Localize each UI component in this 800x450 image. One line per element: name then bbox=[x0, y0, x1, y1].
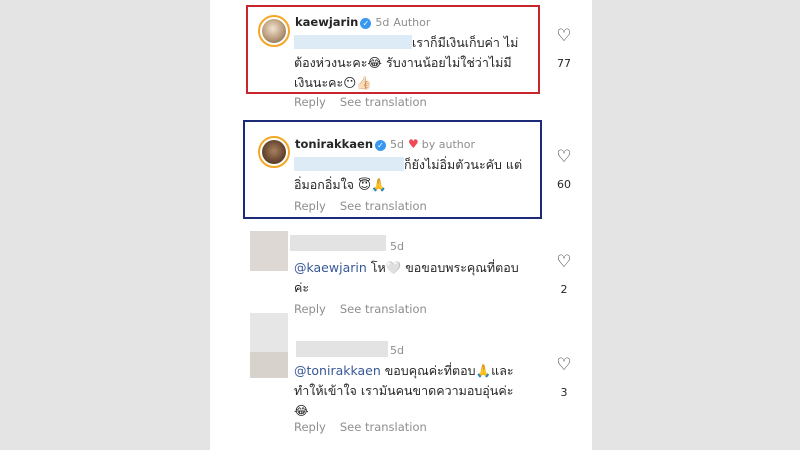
username[interactable]: kaewjarin bbox=[295, 15, 358, 29]
liked-by-author-label: by author bbox=[421, 138, 476, 151]
like-count: 3 bbox=[560, 386, 568, 399]
redacted-mention bbox=[294, 157, 404, 171]
like-control: ♡ 3 bbox=[544, 356, 584, 399]
comments-panel: kaewjarin ✓ 5d Author เราก็มีเงินเก็บค่า ไม… bbox=[210, 0, 592, 450]
reply-button[interactable]: Reply bbox=[294, 302, 326, 316]
comment-actions: Reply See translation bbox=[294, 302, 441, 316]
timestamp: 5d bbox=[390, 240, 404, 253]
red-heart-icon: ♥ bbox=[408, 137, 419, 151]
reply-button[interactable]: Reply bbox=[294, 95, 326, 109]
comment-header: 5d bbox=[386, 239, 404, 253]
redacted-username bbox=[290, 235, 386, 251]
heart-outline-icon[interactable]: ♡ bbox=[544, 148, 584, 166]
redacted-mention bbox=[294, 35, 412, 49]
see-translation-link[interactable]: See translation bbox=[340, 199, 427, 213]
mention-link[interactable]: @kaewjarin bbox=[294, 260, 367, 275]
timestamp: 5d bbox=[390, 138, 404, 151]
comment-actions: Reply See translation bbox=[294, 420, 441, 434]
heart-outline-icon[interactable]: ♡ bbox=[544, 356, 584, 374]
avatar[interactable] bbox=[250, 231, 288, 271]
timestamp: 5d bbox=[390, 344, 404, 357]
like-count: 60 bbox=[557, 178, 571, 191]
like-count: 77 bbox=[557, 57, 571, 70]
comment-text: @kaewjarin โห🤍 ขอขอบพระคุณที่ตอบ ค่ะ bbox=[294, 260, 519, 295]
mention-link[interactable]: @tonirakkaen bbox=[294, 363, 381, 378]
see-translation-link[interactable]: See translation bbox=[340, 420, 427, 434]
avatar[interactable] bbox=[258, 136, 290, 168]
redacted-username bbox=[296, 341, 388, 357]
author-badge: Author bbox=[393, 16, 431, 29]
like-control: ♡ 2 bbox=[544, 253, 584, 296]
verified-badge-icon: ✓ bbox=[375, 140, 387, 151]
like-control: ♡ 77 bbox=[544, 27, 584, 70]
heart-outline-icon[interactable]: ♡ bbox=[544, 27, 584, 45]
avatar[interactable] bbox=[250, 313, 288, 378]
avatar[interactable] bbox=[258, 15, 290, 47]
comment-header: 5d bbox=[386, 343, 404, 357]
comment-header: kaewjarin ✓ 5d Author bbox=[295, 15, 430, 29]
see-translation-link[interactable]: See translation bbox=[340, 302, 427, 316]
see-translation-link[interactable]: See translation bbox=[340, 95, 427, 109]
comment-text: @tonirakkaen ขอบคุณค่ะที่ตอบ🙏และ ทำให้เข… bbox=[294, 363, 514, 418]
verified-badge-icon: ✓ bbox=[360, 18, 372, 29]
timestamp: 5d bbox=[375, 16, 390, 29]
comment-text: ก็ยังไม่อิ่มตัวนะคับ แต่ อิ่มอกอิ่มใจ 😇🙏 bbox=[294, 157, 523, 192]
comment-header: tonirakkaen ✓ 5d ♥ by author bbox=[295, 137, 475, 151]
heart-outline-icon[interactable]: ♡ bbox=[544, 253, 584, 271]
reply-button[interactable]: Reply bbox=[294, 199, 326, 213]
comment-text: เราก็มีเงินเก็บค่า ไม่ ต้องห่วงนะคะ😂 รับ… bbox=[294, 35, 519, 90]
username[interactable]: tonirakkaen bbox=[295, 137, 373, 151]
comment-actions: Reply See translation bbox=[294, 199, 441, 213]
like-count: 2 bbox=[560, 283, 568, 296]
reply-button[interactable]: Reply bbox=[294, 420, 326, 434]
like-control: ♡ 60 bbox=[544, 148, 584, 191]
comment-actions: Reply See translation bbox=[294, 95, 441, 109]
